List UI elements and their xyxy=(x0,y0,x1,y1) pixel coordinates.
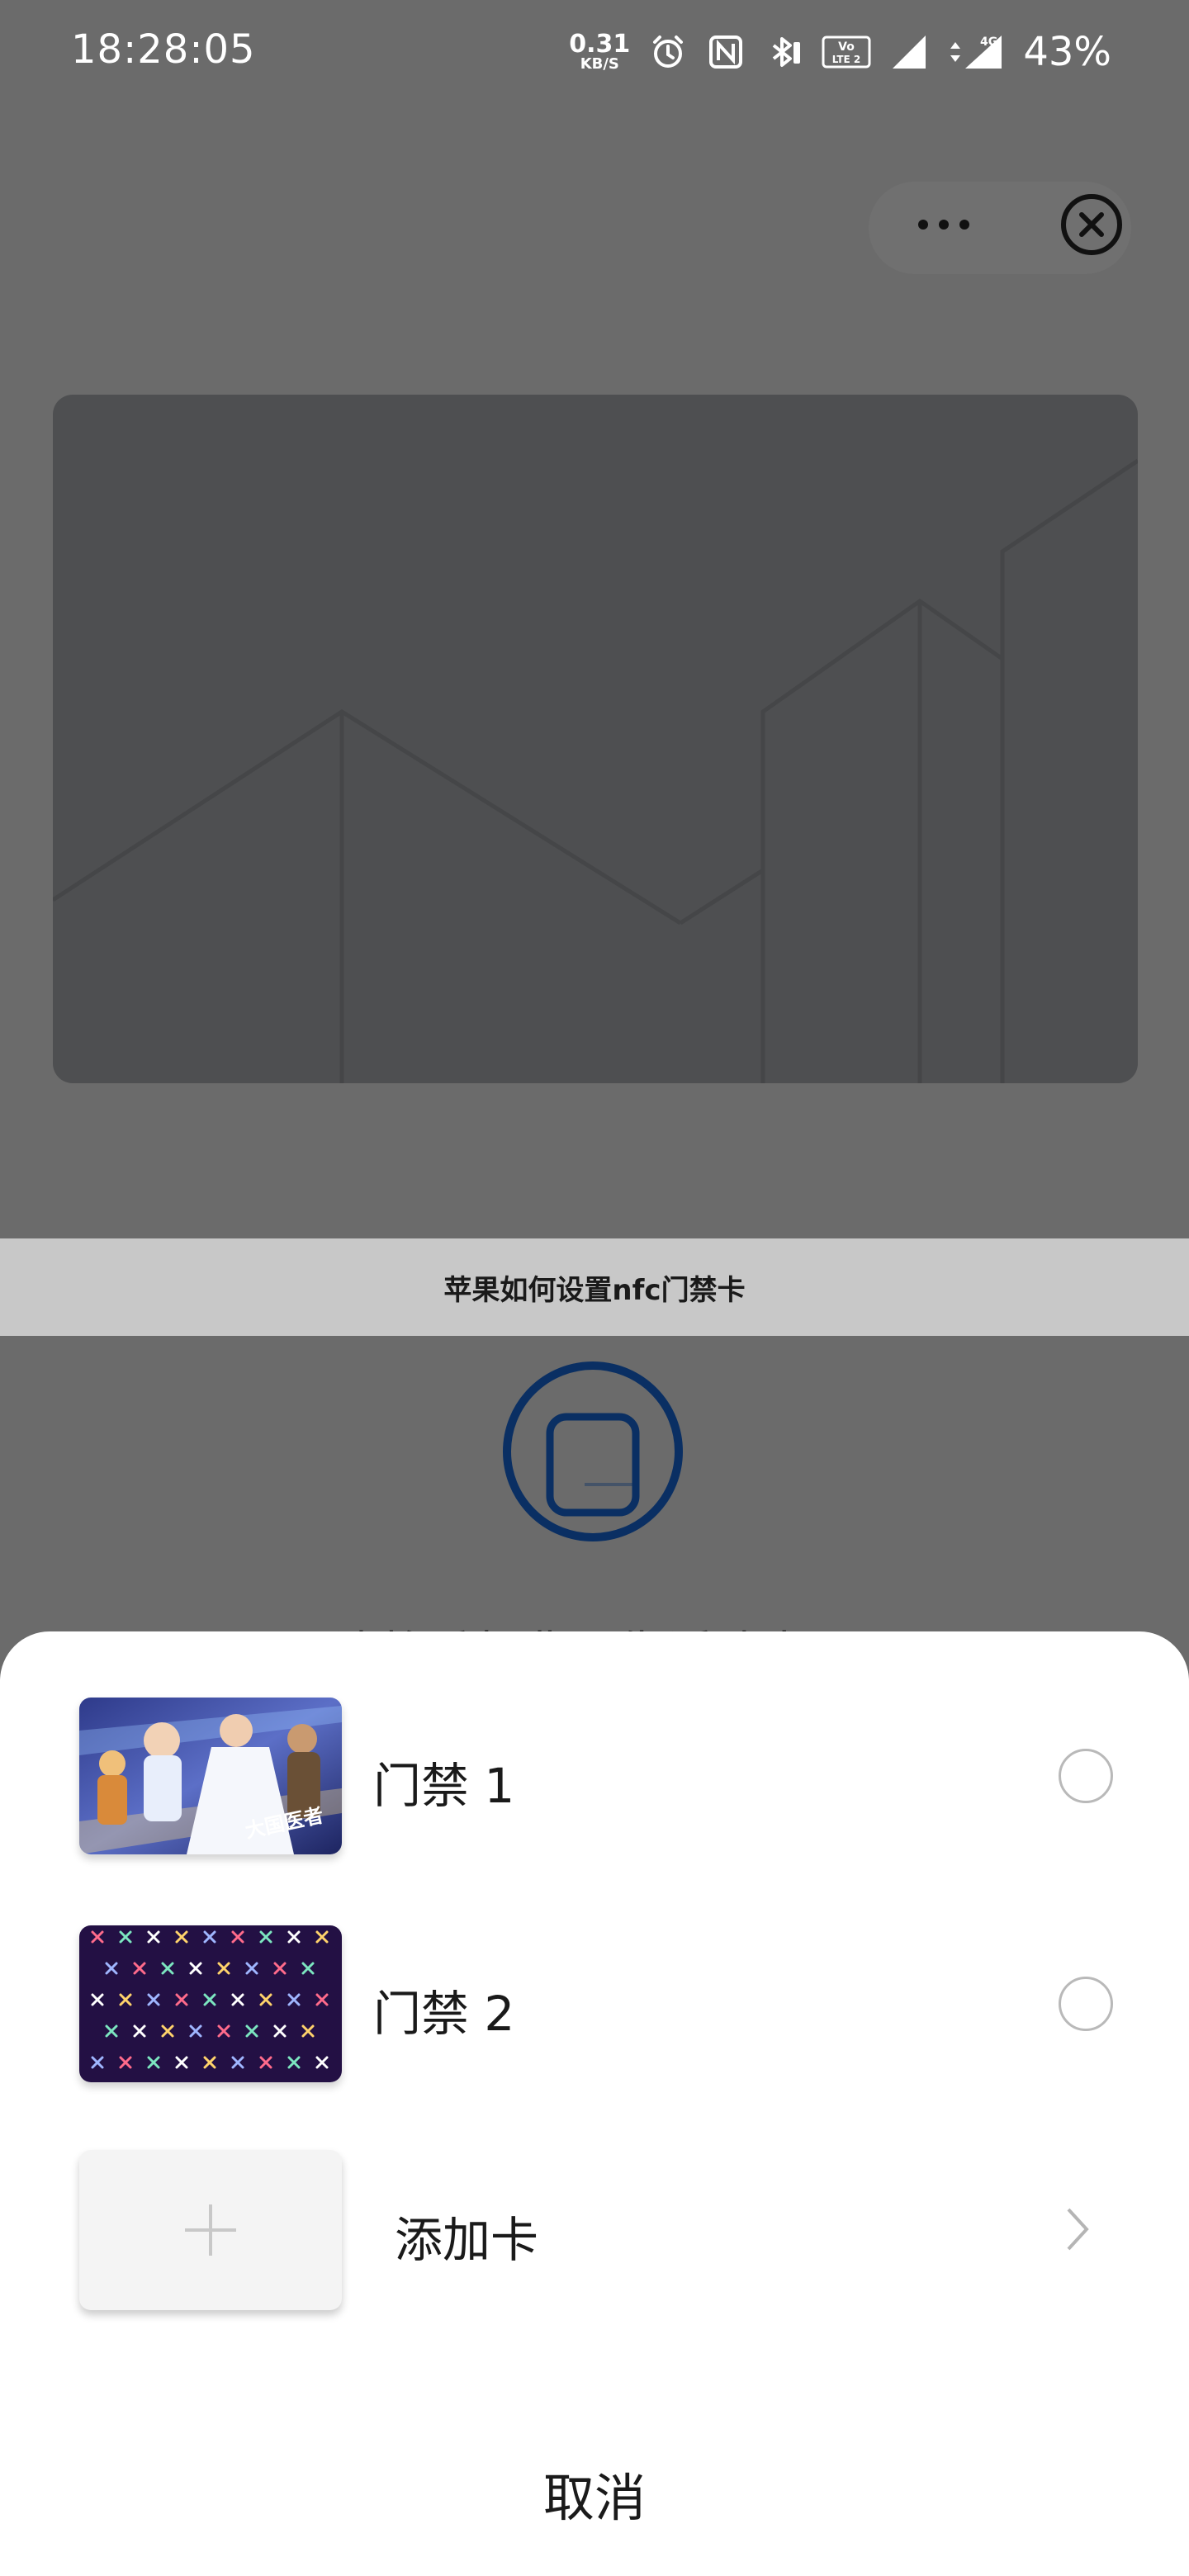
nfc-card-icon xyxy=(502,1361,684,1542)
add-card-label: 添加卡 xyxy=(395,2212,539,2268)
card-2-thumbnail xyxy=(79,1925,342,2082)
cancel-button[interactable]: 取消 xyxy=(429,2452,760,2535)
card-1-label: 门禁 1 xyxy=(373,1758,515,1814)
card-1-thumbnail: 大国医者 xyxy=(79,1698,342,1854)
network-speed-unit: KB/S xyxy=(580,55,619,73)
card-1-radio[interactable] xyxy=(1059,1749,1113,1803)
plus-icon xyxy=(185,2204,236,2256)
add-card-row[interactable]: 添加卡 xyxy=(0,2150,1189,2335)
close-circle-icon xyxy=(1061,194,1122,255)
volte-icon: Vo LTE 2 xyxy=(822,32,871,72)
network-speed-value: 0.31 xyxy=(569,30,631,59)
more-dots-icon xyxy=(918,220,969,230)
card-option-1[interactable]: 大国医者 门禁 1 xyxy=(0,1698,1189,1863)
chevron-right-icon xyxy=(1067,2208,1089,2251)
network-speed: 0.31 KB/S xyxy=(569,32,630,72)
card-option-2[interactable]: 门禁 2 xyxy=(0,1925,1189,2110)
close-button[interactable] xyxy=(1059,192,1125,258)
status-bar: 18:28:05 0.31 KB/S Vo LTE 2 4G 43% xyxy=(0,0,1189,106)
card-2-radio[interactable] xyxy=(1059,1977,1113,2031)
alarm-icon xyxy=(648,32,688,72)
caption-text: 苹果如何设置nfc门禁卡 xyxy=(443,1273,746,1307)
more-button[interactable] xyxy=(898,192,989,258)
nfc-icon xyxy=(706,32,746,72)
signal-icon xyxy=(889,32,929,72)
add-card-tile xyxy=(79,2150,342,2310)
skyline-illustration xyxy=(53,458,1138,1083)
battery-percent: 43% xyxy=(1023,29,1111,75)
card-select-sheet: 大国医者 门禁 1 门禁 2 添加卡 xyxy=(0,1631,1189,2576)
signal-4g-icon: 4G xyxy=(947,32,1005,72)
background-banner xyxy=(53,395,1138,1083)
status-icons: 0.31 KB/S Vo LTE 2 4G 43% xyxy=(569,23,1111,81)
network-type-label: 4G xyxy=(980,36,997,49)
caption-bar: 苹果如何设置nfc门禁卡 xyxy=(0,1238,1189,1336)
bluetooth-icon xyxy=(764,32,803,72)
volte-line1: Vo xyxy=(838,40,855,54)
status-time: 18:28:05 xyxy=(71,26,256,73)
card-2-label: 门禁 2 xyxy=(373,1986,515,2042)
volte-line2: LTE 2 xyxy=(832,54,861,65)
